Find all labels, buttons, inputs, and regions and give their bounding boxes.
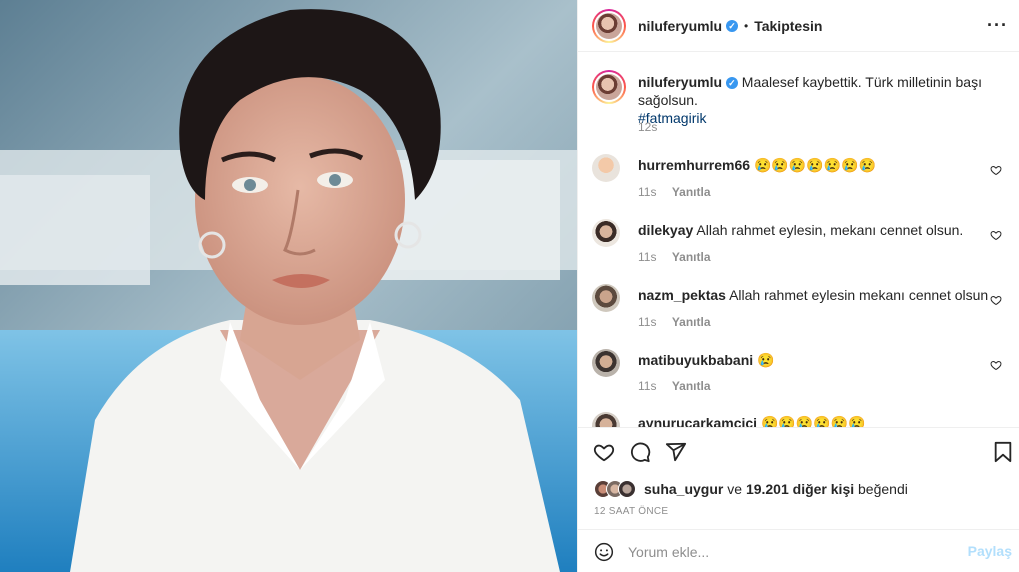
comment-username[interactable]: hurremhurrem66: [638, 157, 750, 173]
verified-badge-icon: ✓: [726, 19, 739, 32]
comment-username[interactable]: matibuyukbabani: [638, 352, 753, 368]
share-send-icon[interactable]: [665, 441, 687, 463]
likes-count[interactable]: 19.201 diğer kişi: [746, 481, 854, 497]
comment-time: 11s: [638, 250, 657, 264]
likers-avatars[interactable]: [594, 480, 638, 498]
likes-summary: suha_uygur ve 19.201 diğer kişi beğendi: [594, 478, 908, 500]
like-comment-heart-icon[interactable]: [990, 164, 1002, 176]
add-comment-bar: Paylaş: [578, 529, 1019, 572]
post-details-panel: niluferyumlu ✓ • Takiptesin ··· nilufery…: [577, 0, 1019, 572]
author-avatar[interactable]: [592, 8, 626, 43]
comment-username[interactable]: dilekyay: [638, 222, 693, 238]
like-heart-icon[interactable]: [593, 441, 615, 463]
comment-text: Allah rahmet eylesin, mekanı cennet olsu…: [696, 222, 964, 238]
commenter-avatar[interactable]: [592, 349, 620, 377]
commenter-avatar[interactable]: [592, 219, 620, 247]
commenter-avatar[interactable]: [592, 284, 620, 312]
caption-username[interactable]: niluferyumlu: [638, 74, 722, 90]
caption-time: 12s: [638, 120, 658, 134]
like-comment-heart-icon[interactable]: [990, 294, 1002, 306]
comment-time: 11s: [638, 379, 657, 393]
commenter-avatar[interactable]: [592, 154, 620, 182]
comment-bubble-icon[interactable]: [629, 441, 651, 463]
likes-connector: ve: [727, 481, 743, 497]
verified-badge-icon: ✓: [725, 77, 738, 90]
comment-text: 😢: [757, 352, 775, 368]
comment-username[interactable]: aynurucarkamcici: [638, 415, 757, 427]
reply-button[interactable]: Yanıtla: [672, 315, 711, 329]
post-photo[interactable]: [0, 0, 577, 572]
like-comment-heart-icon[interactable]: [990, 359, 1002, 371]
comment-text: Allah rahmet eylesin mekanı cennet olsun: [729, 287, 989, 303]
header-separator: •: [744, 18, 749, 33]
comment-time: 11s: [638, 315, 657, 329]
caption-author-avatar[interactable]: [592, 70, 626, 104]
more-options-icon[interactable]: ···: [987, 16, 1008, 34]
comment-text: 😢😢😢😢😢😢: [760, 415, 866, 427]
comments-list[interactable]: niluferyumlu ✓ Maalesef kaybettik. Türk …: [578, 53, 1019, 427]
comment-input[interactable]: [628, 540, 948, 564]
likes-suffix: beğendi: [858, 481, 908, 497]
like-comment-heart-icon[interactable]: [990, 229, 1002, 241]
post-header: niluferyumlu ✓ • Takiptesin ···: [578, 0, 1019, 52]
comment-time: 11s: [638, 185, 657, 199]
post-photo-illustration: [0, 0, 577, 572]
following-button[interactable]: Takiptesin: [754, 18, 822, 34]
reply-button[interactable]: Yanıtla: [672, 185, 711, 199]
comment-text: 😢😢😢😢😢😢😢: [753, 157, 876, 173]
liker-username[interactable]: suha_uygur: [644, 481, 723, 497]
comment-username[interactable]: nazm_pektas: [638, 287, 726, 303]
post-actions-bar: [578, 427, 1019, 475]
reply-button[interactable]: Yanıtla: [672, 250, 711, 264]
reply-button[interactable]: Yanıtla: [672, 379, 711, 393]
post-comment-button[interactable]: Paylaş: [968, 543, 1012, 559]
save-bookmark-icon[interactable]: [993, 441, 1013, 463]
commenter-avatar[interactable]: [592, 412, 620, 427]
emoji-smiley-icon[interactable]: [594, 542, 614, 562]
author-username[interactable]: niluferyumlu: [638, 18, 722, 34]
post-timestamp[interactable]: 12 SAAT ÖNCE: [594, 506, 668, 517]
